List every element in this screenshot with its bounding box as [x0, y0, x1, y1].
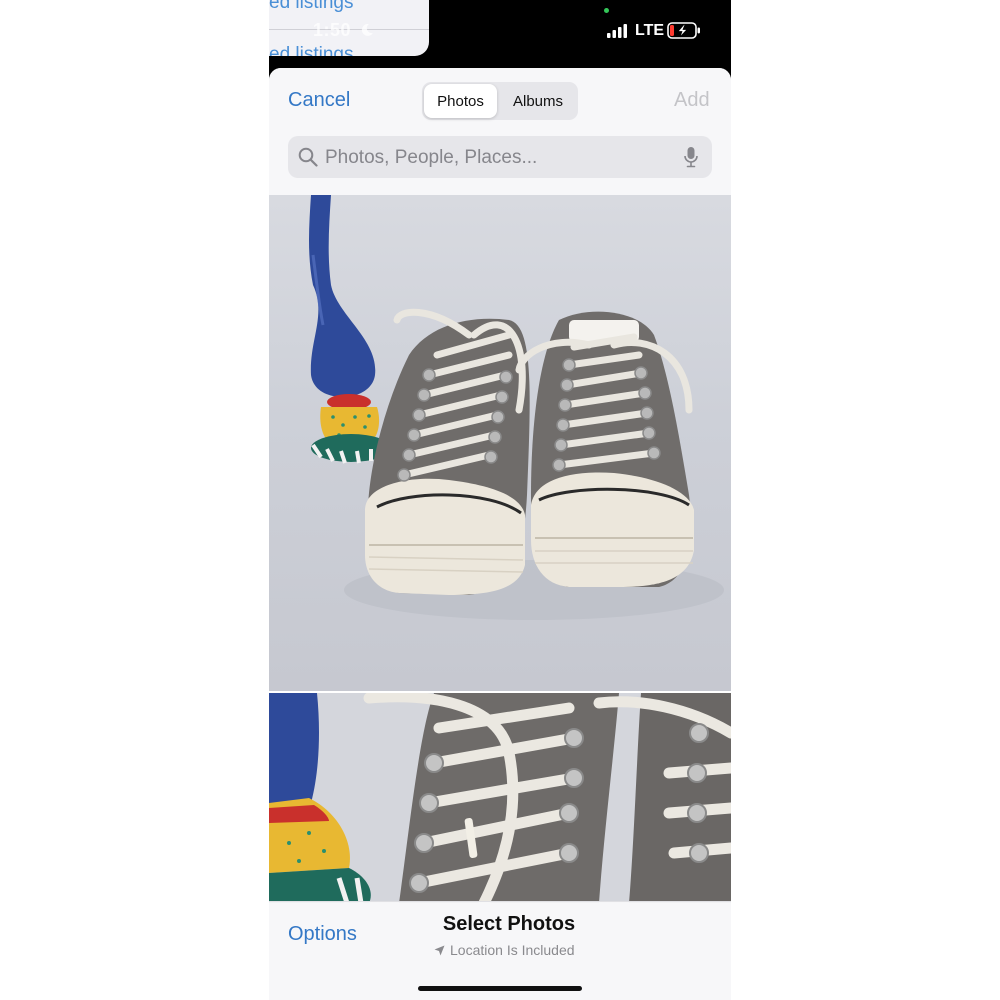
- signal-icon: [607, 24, 627, 38]
- background-listings-text: ed listings: [269, 0, 354, 13]
- photo-thumbnail-laces-closeup[interactable]: [269, 693, 731, 903]
- tab-albums[interactable]: Albums: [500, 84, 576, 118]
- add-button[interactable]: Add: [674, 89, 710, 112]
- search-field[interactable]: Photos, People, Places...: [288, 136, 712, 178]
- microphone-icon[interactable]: [684, 146, 698, 168]
- select-photos-title: Select Photos: [442, 913, 576, 935]
- status-time: 1:50: [313, 20, 352, 40]
- location-status-text: Location Is Included: [450, 942, 575, 958]
- cancel-button[interactable]: Cancel: [288, 89, 350, 112]
- photo-picker-sheet: Cancel Photos Albums Add Photos, People,…: [269, 68, 731, 1000]
- sneakers-photo-image: [309, 195, 724, 620]
- background-listings-text: ed listings: [269, 44, 354, 56]
- moon-icon: [361, 23, 373, 36]
- battery-charging-icon: [667, 22, 700, 39]
- location-status: Location Is Included: [434, 942, 575, 958]
- search-icon: [298, 147, 318, 167]
- phone-screen: ed listings ed listings 1:50 LTE Cancel …: [269, 0, 731, 1000]
- photo-thumbnail-sneakers[interactable]: [269, 195, 731, 691]
- picker-header: Cancel Photos Albums Add Photos, People,…: [269, 68, 731, 195]
- tab-photos[interactable]: Photos: [424, 84, 497, 118]
- privacy-indicator-dot: [604, 8, 609, 13]
- network-label: LTE: [635, 22, 665, 39]
- location-arrow-icon: [434, 945, 445, 955]
- picker-bottom-bar: Options Select Photos Location Is Includ…: [269, 901, 731, 1000]
- laces-closeup-photo-image: [269, 693, 731, 903]
- search-input[interactable]: Photos, People, Places...: [325, 147, 537, 169]
- photos-albums-segmented-control: Photos Albums: [422, 82, 578, 120]
- home-indicator[interactable]: [418, 986, 582, 991]
